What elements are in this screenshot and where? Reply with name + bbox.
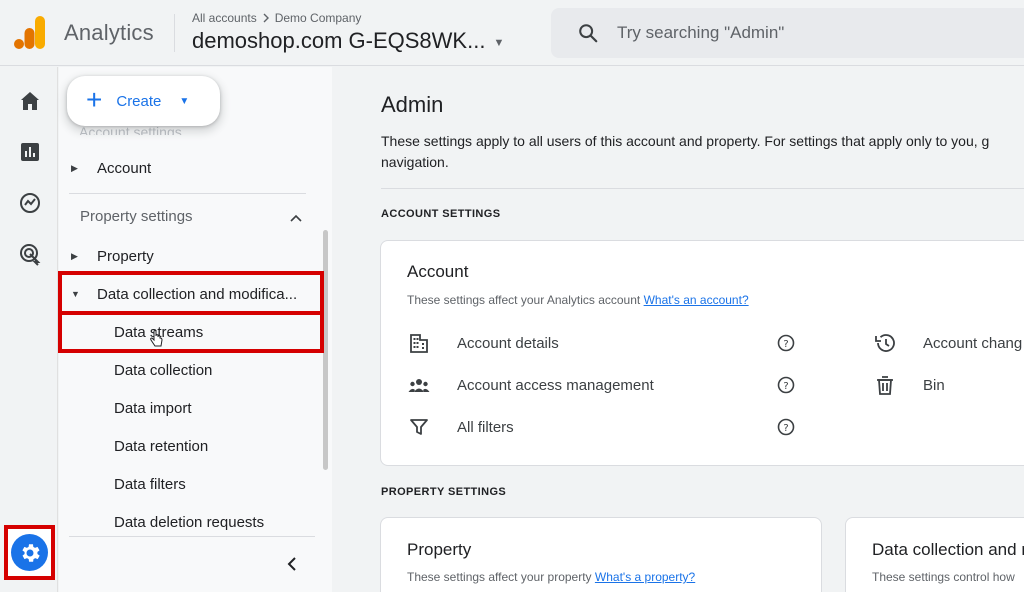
svg-text:?: ? — [783, 423, 788, 434]
search-bar[interactable] — [551, 8, 1024, 58]
breadcrumb-account[interactable]: Demo Company — [275, 11, 362, 25]
building-icon — [410, 334, 428, 353]
left-rail — [0, 67, 58, 592]
account-details-item[interactable]: Account details — [407, 328, 559, 358]
account-settings-label: ACCOUNT SETTINGS — [381, 208, 501, 220]
help-icon[interactable]: ? — [777, 418, 795, 436]
nav-item-property[interactable]: ▶ Property — [59, 237, 321, 275]
bin-item[interactable]: Bin — [873, 370, 945, 400]
chevron-up-icon[interactable] — [288, 210, 304, 226]
main-divider — [381, 188, 1024, 189]
people-icon — [408, 379, 430, 392]
item-label: Account chang — [923, 334, 1023, 352]
nav-subitem-data-collection[interactable]: Data collection — [59, 351, 321, 389]
admin-button[interactable] — [11, 534, 48, 571]
property-settings-label: PROPERTY SETTINGS — [381, 486, 507, 498]
property-name: demoshop.com G-EQS8WK... — [192, 28, 486, 53]
card-description: These settings affect your Analytics acc… — [407, 293, 749, 307]
reports-icon[interactable] — [18, 140, 42, 164]
data-collection-card: Data collection and r These settings con… — [845, 517, 1024, 592]
nav-item-account[interactable]: ▶ Account — [59, 149, 321, 187]
card-description-text: These settings affect your property — [407, 570, 592, 584]
gear-icon — [21, 543, 40, 562]
create-label: Create — [116, 92, 162, 110]
nav-subitem-data-filters[interactable]: Data filters — [59, 465, 321, 503]
card-title: Account — [407, 262, 469, 281]
page-description-line: These settings apply to all users of thi… — [381, 133, 990, 149]
whats-an-account-link[interactable]: What's an account? — [644, 293, 749, 307]
nav-divider — [69, 536, 315, 537]
triangle-right-icon: ▶ — [71, 250, 78, 261]
help-icon[interactable]: ? — [777, 334, 795, 352]
account-access-management-item[interactable]: Account access management — [407, 370, 654, 400]
app-name: Analytics — [64, 20, 154, 45]
triangle-right-icon: ▶ — [71, 162, 78, 173]
header-divider — [174, 14, 175, 52]
top-bar: Analytics All accounts Demo Company demo… — [0, 0, 1024, 66]
search-input[interactable] — [617, 23, 997, 43]
page-description: These settings apply to all users of thi… — [381, 131, 1024, 173]
highlight-box-data-streams — [58, 311, 324, 353]
caret-down-icon: ▼ — [493, 37, 505, 49]
nav-subitem-data-retention[interactable]: Data retention — [59, 427, 321, 465]
card-title: Property — [407, 540, 472, 559]
chevron-left-icon[interactable] — [282, 554, 302, 574]
caret-down-icon: ▼ — [179, 95, 190, 107]
filter-icon — [410, 419, 428, 435]
search-icon — [579, 24, 598, 43]
nav-subitem-label: Data retention — [114, 437, 209, 455]
card-description-text: These settings affect your Analytics acc… — [407, 293, 641, 307]
breadcrumb[interactable]: All accounts Demo Company — [192, 11, 361, 25]
plus-icon: + — [86, 83, 103, 115]
nav-divider — [69, 193, 306, 194]
chevron-right-icon — [263, 13, 269, 23]
trash-icon — [877, 376, 893, 395]
nav-item-property-label: Property — [97, 247, 154, 265]
account-settings-card: Account These settings affect your Analy… — [380, 240, 1024, 466]
breadcrumb-all-accounts[interactable]: All accounts — [192, 11, 257, 25]
home-icon[interactable] — [18, 89, 42, 113]
item-label: Bin — [923, 376, 945, 394]
analytics-logo-icon[interactable] — [14, 16, 46, 50]
nav-subitem-label: Data filters — [114, 475, 186, 493]
nav-subitem-label: Data deletion requests — [114, 513, 265, 531]
highlight-box-data-collection — [58, 271, 324, 315]
advertising-icon[interactable] — [18, 242, 42, 266]
all-filters-item[interactable]: All filters — [407, 412, 514, 442]
svg-text:?: ? — [783, 381, 788, 392]
page-description-line: navigation. — [381, 154, 449, 170]
nav-subitem-label: Data import — [114, 399, 192, 417]
property-settings-card: Property These settings affect your prop… — [380, 517, 822, 592]
card-title: Data collection and r — [872, 540, 1024, 559]
property-picker[interactable]: demoshop.com G-EQS8WK... ▼ — [192, 28, 504, 54]
property-settings-heading[interactable]: Property settings — [80, 208, 193, 225]
svg-text:?: ? — [783, 339, 788, 350]
nav-subitem-data-import[interactable]: Data import — [59, 389, 321, 427]
admin-highlight-box — [4, 525, 55, 580]
nav-subitem-label: Data collection — [114, 361, 213, 379]
help-icon[interactable]: ? — [777, 376, 795, 394]
account-settings-heading: Account settings — [79, 125, 182, 135]
whats-a-property-link[interactable]: What's a property? — [595, 570, 695, 584]
nav-item-account-label: Account — [97, 159, 152, 177]
page-title: Admin — [381, 92, 444, 117]
explore-icon[interactable] — [18, 191, 42, 215]
card-description: These settings control how — [872, 570, 1015, 584]
create-button[interactable]: + Create ▼ — [67, 76, 220, 126]
item-label: All filters — [457, 418, 514, 436]
account-change-history-item[interactable]: Account chang — [873, 328, 1022, 358]
hand-cursor-icon — [150, 330, 163, 347]
item-label: Account access management — [457, 376, 654, 394]
card-description: These settings affect your property What… — [407, 570, 695, 584]
item-label: Account details — [457, 334, 559, 352]
admin-main: Admin These settings apply to all users … — [332, 67, 1024, 592]
history-icon — [875, 334, 895, 352]
